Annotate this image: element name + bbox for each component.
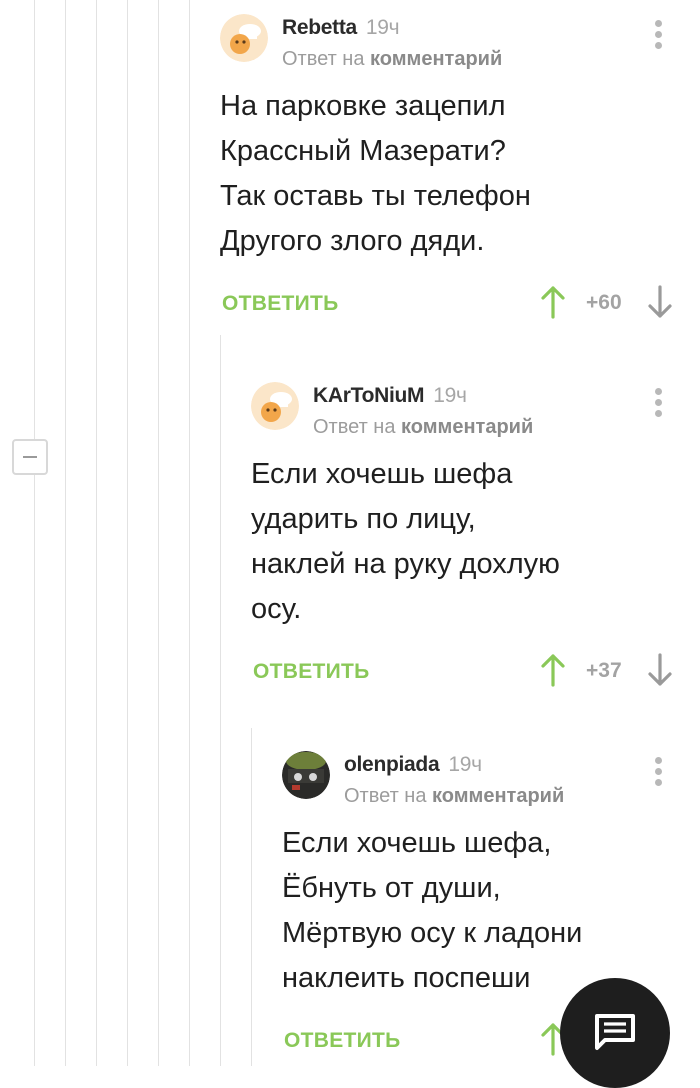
thread-line bbox=[65, 0, 66, 1066]
comment-text: Если хочешь шефа, Ёбнуть от души, Мёртву… bbox=[282, 827, 583, 994]
comment-text: Если хочешь шефа ударить по лицу, наклей… bbox=[251, 458, 560, 625]
thread-line bbox=[34, 0, 35, 1066]
rating-value: +60 bbox=[586, 291, 622, 314]
comment-actions: ОТВЕТИТЬ +37 bbox=[253, 652, 693, 692]
author-name[interactable]: Rebetta 19ч bbox=[282, 16, 400, 40]
chef-avatar-icon[interactable] bbox=[251, 382, 299, 430]
more-vertical-icon[interactable] bbox=[654, 20, 662, 52]
arrow-up-icon[interactable] bbox=[538, 284, 568, 320]
comment-time: 19ч bbox=[365, 16, 400, 39]
collapse-thread-button[interactable] bbox=[12, 439, 48, 475]
thread-line bbox=[251, 728, 252, 1066]
reply-to: Ответ на комментарий bbox=[344, 785, 565, 807]
author-name[interactable]: olenpiada 19ч bbox=[344, 753, 482, 777]
chef-avatar-icon[interactable] bbox=[220, 14, 268, 62]
thread-line bbox=[220, 335, 221, 1066]
comment-time: 19ч bbox=[433, 384, 467, 407]
thread-line bbox=[189, 0, 190, 1066]
reply-button[interactable]: ОТВЕТИТЬ bbox=[222, 292, 339, 316]
comment-time: 19ч bbox=[448, 753, 482, 776]
arrow-down-icon[interactable] bbox=[645, 284, 675, 320]
thread-line bbox=[96, 0, 97, 1066]
more-vertical-icon[interactable] bbox=[654, 388, 662, 420]
reply-to-link[interactable]: комментарий bbox=[401, 416, 533, 438]
more-vertical-icon[interactable] bbox=[654, 757, 662, 789]
thread-line bbox=[158, 0, 159, 1066]
reply-button[interactable]: ОТВЕТИТЬ bbox=[284, 1029, 401, 1053]
reply-to: Ответ на комментарий bbox=[313, 416, 534, 438]
comment-kartonium: KArToNiuM 19ч Ответ на комментарий Если х… bbox=[251, 382, 691, 702]
photo-avatar-icon[interactable] bbox=[282, 751, 330, 799]
rating-value: +37 bbox=[586, 659, 622, 682]
reply-to-link[interactable]: комментарий bbox=[370, 48, 502, 70]
author-name[interactable]: KArToNiuM 19ч bbox=[313, 384, 467, 408]
reply-to-link[interactable]: комментарий bbox=[432, 785, 564, 807]
chat-icon bbox=[595, 1014, 635, 1050]
arrow-up-icon[interactable] bbox=[538, 652, 568, 688]
thread-line bbox=[127, 0, 128, 1066]
reply-button[interactable]: ОТВЕТИТЬ bbox=[253, 660, 370, 684]
reply-to: Ответ на комментарий bbox=[282, 48, 503, 70]
minus-icon bbox=[23, 456, 37, 458]
arrow-down-icon[interactable] bbox=[645, 652, 675, 688]
comment-actions: ОТВЕТИТЬ +60 bbox=[222, 284, 692, 324]
comment-rebetta: Rebetta 19ч Ответ на комментарий На парко… bbox=[220, 14, 690, 324]
chat-fab-button[interactable] bbox=[560, 978, 670, 1088]
comment-text: На парковке зацепил Крассный Мазерати? Т… bbox=[220, 90, 531, 257]
